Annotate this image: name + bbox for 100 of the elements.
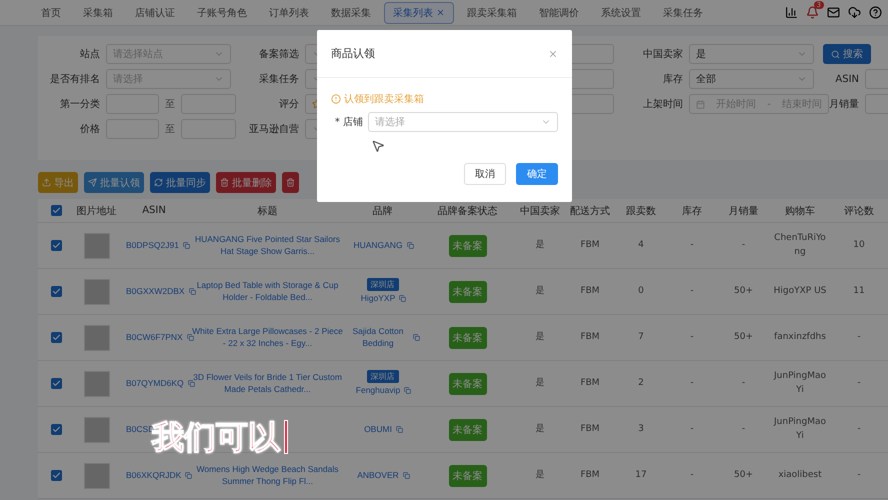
copy-icon[interactable]: [185, 472, 192, 479]
copy-icon[interactable]: [404, 387, 412, 394]
field-label: 第一分类: [59, 98, 100, 111]
warning-icon: [331, 94, 341, 104]
field-label: 中国卖家: [642, 48, 683, 61]
column-header: 跟卖数: [625, 204, 657, 218]
row-checkbox[interactable]: [51, 240, 62, 251]
table-cell-text: FBM: [579, 330, 601, 344]
row-checkbox[interactable]: [51, 470, 62, 481]
brand-link[interactable]: Fenghuavip: [354, 385, 402, 397]
copy-icon[interactable]: [406, 242, 414, 249]
table-cell-text: FBM: [579, 468, 601, 482]
subtitle-caption: 我们可以: [152, 418, 280, 456]
action-button[interactable]: 批量认领: [84, 172, 144, 193]
row-checkbox[interactable]: [51, 286, 62, 297]
brand-link[interactable]: Sajida Cotton Bedding: [345, 326, 411, 349]
title-link[interactable]: 3D Flower Veils for Bride 1 Tier Custom Made Petals Cathedr...: [190, 372, 345, 395]
field-label: 备案筛选: [258, 48, 299, 61]
copy-icon[interactable]: [396, 426, 403, 433]
copy-icon[interactable]: [399, 295, 406, 302]
mail-icon[interactable]: [827, 6, 840, 19]
nav-tab[interactable]: 系统设置: [592, 2, 650, 24]
field-label: * 店铺: [334, 116, 363, 129]
table-cell-text: FBM: [579, 284, 601, 298]
nav-tab[interactable]: 数据采集: [322, 2, 380, 24]
table-cell-text: JunPingMaoYi: [772, 416, 827, 442]
field-label: 库存: [662, 72, 683, 86]
field-label: 采集任务: [258, 72, 299, 86]
help-icon[interactable]: [869, 6, 882, 19]
title-link[interactable]: White Extra Large Pillowcases - 2 Piece - 22 x 32 Inches - Egy...: [190, 326, 345, 349]
copy-icon[interactable]: [186, 334, 194, 341]
select-field[interactable]: 是: [689, 44, 814, 64]
trash-icon: [286, 178, 295, 187]
nav-tab[interactable]: 采集箱: [74, 2, 122, 24]
bar-chart-icon[interactable]: [785, 6, 798, 19]
brand-link[interactable]: ANBOVER: [355, 470, 401, 482]
copy-icon[interactable]: [188, 288, 196, 295]
action-button[interactable]: 批量删除: [216, 172, 276, 193]
column-header: 评论数: [843, 204, 875, 218]
action-button[interactable]: 批量同步: [150, 172, 210, 193]
column-header: 图片地址: [76, 204, 118, 218]
search-button[interactable]: 搜索: [823, 44, 871, 64]
table-cell-text: fanxinzfdhs: [773, 330, 827, 344]
photo-placeholder: [84, 462, 110, 488]
range-separator: 至: [165, 123, 175, 136]
column-header: 中国卖家: [519, 204, 561, 218]
nav-tab[interactable]: 首页: [32, 2, 70, 24]
store-select[interactable]: 请选择: [368, 112, 558, 132]
action-button[interactable]: [282, 172, 299, 193]
table-cell-text: 10: [852, 238, 866, 252]
calendar-icon: [696, 100, 705, 108]
close-icon[interactable]: [436, 8, 445, 17]
upload-icon: [42, 178, 51, 187]
row-checkbox[interactable]: [51, 424, 62, 435]
asin-link[interactable]: B06XKQRJDK: [124, 470, 184, 482]
nav-tab[interactable]: 子账号角色: [188, 2, 256, 24]
cancel-button[interactable]: 取消: [464, 163, 506, 185]
bell-icon[interactable]: [806, 6, 819, 19]
title-link[interactable]: HUANGANG Five Pointed Star Sailors Hat Stage Show Garris...: [190, 234, 345, 257]
close-icon[interactable]: [548, 48, 558, 58]
table-cell-text: xiaolibest: [777, 468, 823, 482]
table-cell-text: -: [856, 422, 862, 436]
title-link[interactable]: Womens High Wedge Beach Sandals Summer Thong Flip Fl...: [190, 464, 345, 487]
copy-icon[interactable]: [188, 380, 195, 387]
brand-link[interactable]: OBUMI: [362, 424, 394, 436]
asin-link[interactable]: B0GXXW2DBX: [124, 286, 187, 298]
cursor-icon: [371, 139, 385, 153]
select-all-checkbox[interactable]: [51, 205, 62, 216]
field-label: 亚马逊自营: [248, 122, 299, 136]
table-cell-text: 是: [534, 468, 546, 482]
cloud-download-icon[interactable]: [848, 6, 861, 19]
search-icon: [831, 50, 840, 58]
nav-tab[interactable]: 跟卖采集箱: [458, 2, 526, 24]
nav-tab[interactable]: 店铺认证: [126, 2, 184, 24]
nav-tab[interactable]: 采集任务: [654, 2, 712, 24]
confirm-button[interactable]: 确定: [516, 163, 558, 185]
action-button[interactable]: 导出: [38, 172, 78, 193]
asin-link[interactable]: B0CW6F7PNX: [124, 332, 185, 344]
copy-icon[interactable]: [182, 242, 190, 249]
table-cell-text: 是: [534, 238, 546, 252]
caption-bar: [284, 420, 288, 454]
field-label: ASIN: [834, 74, 859, 84]
row-checkbox[interactable]: [51, 332, 62, 343]
title-link[interactable]: Laptop Bed Table with Storage & Cup Holder - Foldable Bed...: [190, 280, 345, 303]
brand-link[interactable]: HUANGANG: [351, 240, 405, 252]
copy-icon[interactable]: [402, 472, 410, 479]
nav-tab[interactable]: 智能调价: [530, 2, 588, 24]
select-field[interactable]: 全部: [689, 69, 814, 89]
status-tag: 未备案: [448, 280, 486, 302]
asin-link[interactable]: B07QYMD6KQ: [124, 378, 186, 390]
field-label: 是否有排名: [49, 72, 100, 86]
copy-icon[interactable]: [413, 334, 420, 341]
nav-tab[interactable]: 采集列表: [384, 2, 454, 24]
table-cell-text: -: [856, 376, 862, 390]
row-checkbox[interactable]: [51, 378, 62, 389]
asin-link[interactable]: B0DPSQ2J91: [124, 240, 181, 252]
field-label: 上架时间: [642, 98, 683, 111]
brand-link[interactable]: HigoYXP: [358, 293, 398, 305]
table-cell-text: -: [689, 238, 695, 252]
nav-tab[interactable]: 订单列表: [260, 2, 318, 24]
